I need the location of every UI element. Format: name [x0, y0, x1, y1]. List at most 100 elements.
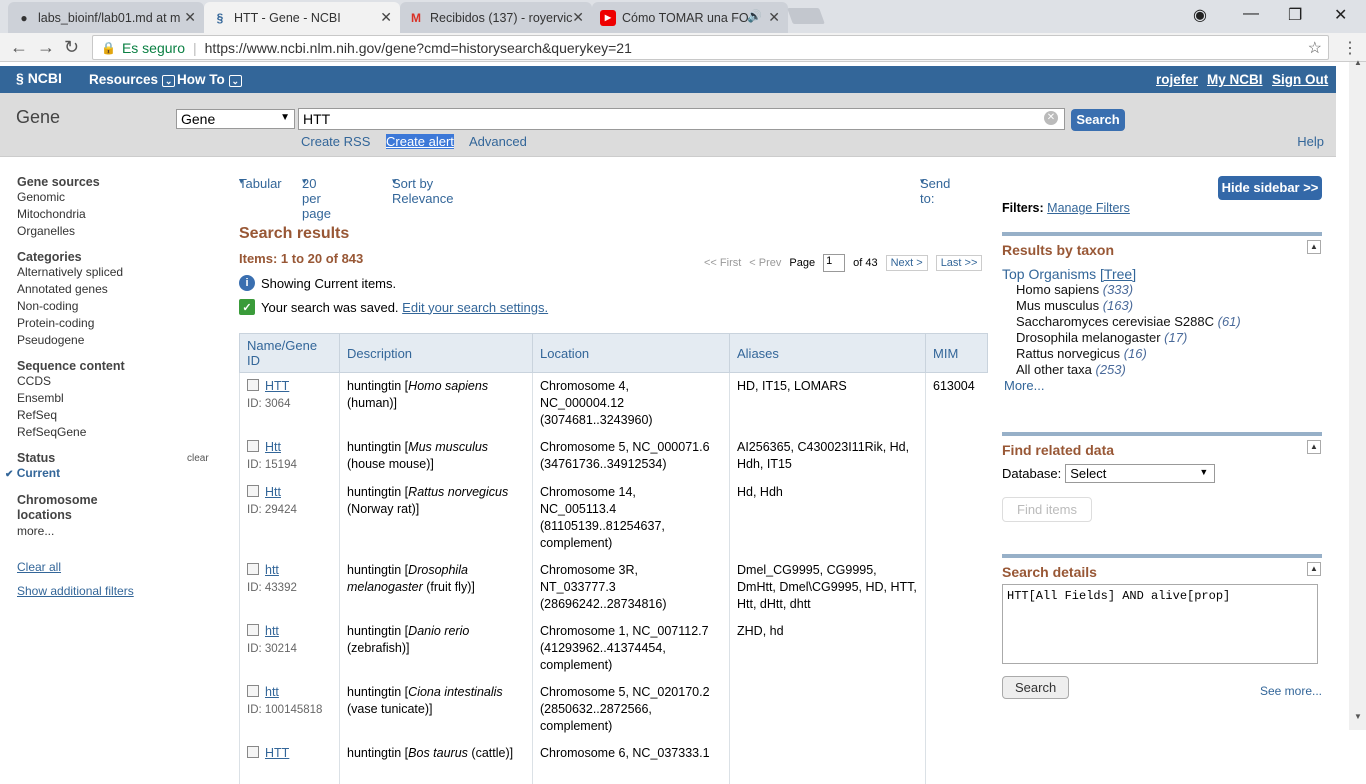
page-scrollbar[interactable]: ▲ ▼ — [1349, 58, 1366, 730]
tab-youtube[interactable]: ▶ Cómo TOMAR una FO 🔊 ✕ — [592, 2, 788, 33]
gene-link[interactable]: HTT — [265, 379, 289, 393]
col-name[interactable]: Name/Gene ID — [239, 333, 340, 373]
chromosome-more-link[interactable]: more... — [17, 523, 217, 540]
close-icon[interactable]: ✕ — [572, 9, 584, 26]
search-button[interactable]: Search — [1071, 109, 1125, 131]
page-input[interactable]: 1 — [823, 254, 846, 272]
tab-github[interactable]: ● labs_bioinf/lab01.md at m ✕ — [8, 2, 204, 33]
forward-icon[interactable]: → — [37, 37, 55, 58]
scroll-up-icon[interactable]: ▲ — [1354, 58, 1362, 67]
database-select[interactable]: Gene ▼ — [176, 109, 295, 129]
see-more-link[interactable]: See more... — [1260, 684, 1322, 698]
close-icon[interactable]: ✕ — [380, 9, 392, 26]
collapse-icon[interactable]: ▲ — [1307, 440, 1321, 454]
taxon-item[interactable]: Rattus norvegicus (16) — [1002, 346, 1322, 362]
details-search-button[interactable]: Search — [1002, 676, 1070, 699]
manage-filters-link[interactable]: Manage Filters — [1047, 201, 1130, 215]
col-location[interactable]: Location — [532, 333, 730, 373]
col-description[interactable]: Description — [339, 333, 533, 373]
gene-link[interactable]: HTT — [265, 746, 289, 760]
show-additional-filters-link[interactable]: Show additional filters — [17, 584, 217, 598]
filter-current[interactable]: ✔ Current — [5, 465, 217, 483]
gene-link[interactable]: Htt — [265, 440, 281, 454]
collapse-icon[interactable]: ▲ — [1307, 240, 1321, 254]
minimize-icon[interactable]: — — [1243, 5, 1259, 23]
database-dropdown[interactable]: Select ▼ — [1065, 464, 1216, 483]
filter-refseqgene[interactable]: RefSeqGene — [17, 424, 217, 441]
close-icon[interactable]: ✕ — [184, 9, 196, 26]
taxon-more-link[interactable]: More... — [1002, 378, 1322, 393]
address-bar[interactable]: 🔒 Es seguro | https://www.ncbi.nlm.nih.g… — [92, 35, 1329, 60]
taxon-item[interactable]: Homo sapiens (333) — [1002, 282, 1322, 298]
taxon-item[interactable]: Saccharomyces cerevisiae S288C (61) — [1002, 314, 1322, 330]
my-ncbi-link[interactable]: My NCBI — [1207, 72, 1263, 87]
taxon-item[interactable]: Mus musculus (163) — [1002, 298, 1322, 314]
status-clear-link[interactable]: clear — [187, 453, 209, 464]
gene-link[interactable]: htt — [265, 563, 279, 577]
gene-link[interactable]: htt — [265, 685, 279, 699]
filter-organelles[interactable]: Organelles — [17, 223, 217, 240]
user-link[interactable]: rojefer — [1156, 72, 1198, 87]
tree-link[interactable]: [Tree] — [1100, 266, 1136, 282]
edit-settings-link[interactable]: Edit your search settings. — [402, 300, 548, 315]
aliases-cell: Dmel_CG9995, CG9995, DmHtt, Dmel\CG9995,… — [729, 557, 926, 618]
ncbi-logo[interactable]: § NCBI — [16, 70, 62, 86]
new-tab-button[interactable] — [787, 8, 825, 24]
filter-non-coding[interactable]: Non-coding — [17, 298, 217, 315]
filter-ccds[interactable]: CCDS — [17, 373, 217, 390]
row-checkbox[interactable] — [247, 379, 259, 391]
help-link[interactable]: Help — [1297, 134, 1324, 149]
advanced-link[interactable]: Advanced — [469, 134, 527, 149]
last-page-button[interactable]: Last >> — [935, 255, 983, 271]
filter-pseudogene[interactable]: Pseudogene — [17, 332, 217, 349]
gene-link[interactable]: htt — [265, 624, 279, 638]
query-textarea[interactable]: HTT[All Fields] AND alive[prop] — [1002, 584, 1318, 664]
clear-icon[interactable]: ✕ — [1044, 111, 1058, 125]
col-aliases[interactable]: Aliases — [729, 333, 926, 373]
bookmark-star-icon[interactable]: ☆ — [1308, 38, 1322, 58]
window-close-icon[interactable]: ✕ — [1334, 5, 1347, 25]
profile-icon[interactable]: ◉ — [1193, 5, 1207, 25]
tab-ncbi[interactable]: § HTT - Gene - NCBI ✕ — [204, 2, 400, 33]
hide-sidebar-button[interactable]: Hide sidebar >> — [1218, 176, 1322, 200]
filter-genomic[interactable]: Genomic — [17, 189, 217, 206]
search-bar: Gene Gene ▼ HTT ✕ Search Create RSS Create… — [0, 93, 1336, 157]
filter-alternatively-spliced[interactable]: Alternatively spliced — [17, 264, 217, 281]
find-items-button[interactable]: Find items — [1002, 497, 1092, 522]
col-mim[interactable]: MIM — [925, 333, 988, 373]
menu-kebab-icon[interactable]: ⋮ — [1342, 38, 1358, 58]
row-checkbox[interactable] — [247, 685, 259, 697]
filter-refseq[interactable]: RefSeq — [17, 407, 217, 424]
row-checkbox[interactable] — [247, 563, 259, 575]
resources-menu[interactable]: Resources ⌄ — [89, 72, 176, 87]
collapse-icon[interactable]: ▲ — [1307, 562, 1321, 576]
howto-menu[interactable]: How To ⌄ — [177, 72, 243, 87]
create-alert-link[interactable]: Create alert — [386, 134, 454, 149]
filter-protein-coding[interactable]: Protein-coding — [17, 315, 217, 332]
filter-mitochondria[interactable]: Mitochondria — [17, 206, 217, 223]
maximize-icon[interactable]: ❐ — [1288, 5, 1302, 25]
row-checkbox[interactable] — [247, 624, 259, 636]
first-page-link[interactable]: << First — [704, 257, 741, 269]
filter-annotated-genes[interactable]: Annotated genes — [17, 281, 217, 298]
clear-all-link[interactable]: Clear all — [17, 560, 217, 574]
taxon-item[interactable]: All other taxa (253) — [1002, 362, 1322, 378]
mim-cell — [925, 740, 988, 784]
filter-ensembl[interactable]: Ensembl — [17, 390, 217, 407]
next-page-button[interactable]: Next > — [885, 255, 928, 271]
audio-icon[interactable]: 🔊 — [747, 9, 762, 23]
row-checkbox[interactable] — [247, 746, 259, 758]
prev-page-link[interactable]: < Prev — [749, 257, 781, 269]
search-input[interactable]: HTT ✕ — [298, 108, 1065, 130]
sign-out-link[interactable]: Sign Out — [1272, 72, 1328, 87]
create-rss-link[interactable]: Create RSS — [301, 134, 370, 149]
row-checkbox[interactable] — [247, 440, 259, 452]
back-icon[interactable]: ← — [10, 37, 28, 58]
tab-gmail[interactable]: M Recibidos (137) - royervic ✕ — [400, 2, 592, 33]
row-checkbox[interactable] — [247, 485, 259, 497]
reload-icon[interactable]: ↻ — [64, 37, 79, 58]
close-icon[interactable]: ✕ — [768, 9, 780, 26]
gene-link[interactable]: Htt — [265, 485, 281, 499]
taxon-item[interactable]: Drosophila melanogaster (17) — [1002, 330, 1322, 346]
scroll-down-icon[interactable]: ▼ — [1354, 712, 1362, 721]
